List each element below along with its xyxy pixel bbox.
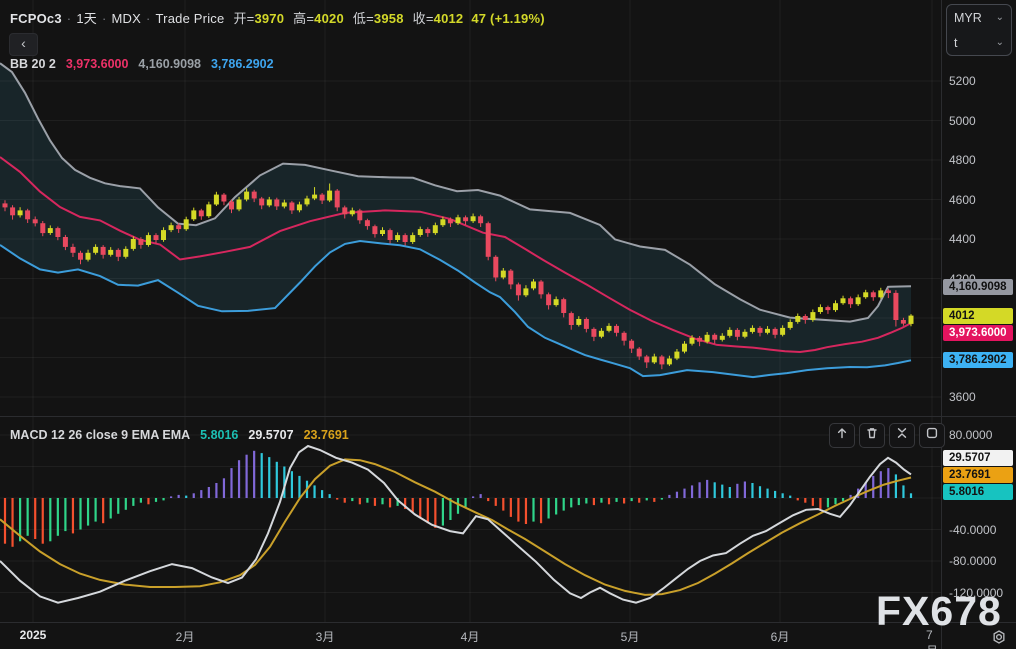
axis-settings-gear-icon[interactable]	[990, 628, 1008, 646]
pane-divider[interactable]	[0, 416, 1016, 417]
ohlc-label: 开=	[233, 11, 255, 26]
series-type-label: Trade Price	[155, 11, 225, 26]
price-tag: 3,973.6000	[943, 325, 1013, 341]
collapse-pane-icon	[895, 426, 909, 445]
bb-indicator-header[interactable]: BB 20 2 3,973.6000 4,160.9098 3,786.2902	[10, 57, 274, 71]
move-pane-up-icon	[835, 426, 849, 445]
time-tick: 2025	[19, 628, 47, 642]
macd-indicator-values: 5.8016 29.5707 23.7691	[190, 428, 349, 442]
currency-option-label: MYR	[954, 10, 982, 25]
collapse-pane-button[interactable]	[889, 423, 915, 448]
price-tick: 4800	[949, 153, 976, 167]
price-tick: 5000	[949, 113, 976, 128]
bb-indicator-values: 3,973.6000 4,160.9098 3,786.2902	[56, 57, 274, 71]
price-tick: 5200	[949, 74, 976, 88]
ohlc-value: 3970	[254, 11, 285, 26]
indicator-value: 3,786.2902	[210, 57, 274, 71]
separator-dot: ·	[66, 11, 72, 26]
time-tick: 2月	[175, 630, 195, 644]
macd-line	[0, 444, 912, 604]
indicator-value: 29.5707	[248, 428, 294, 442]
price-tag: 4,160.9098	[943, 279, 1013, 295]
ohlc-label: 收=	[412, 11, 434, 26]
ohlc-value: 3958	[373, 11, 404, 26]
ohlc-label: 低=	[352, 11, 374, 26]
price-tick: 4400	[949, 232, 976, 246]
price-tag: 4012	[943, 308, 1013, 324]
maximize-pane-icon	[925, 426, 939, 445]
currency-selector: MYR ⌄ t ⌄	[946, 4, 1012, 56]
macd-indicator-label[interactable]: MACD 12 26 close 9 EMA EMA	[10, 428, 190, 442]
ohlc-value: 4020	[314, 11, 344, 26]
ohlc-label: 高=	[293, 11, 315, 26]
ohlc-value: 4012	[433, 11, 464, 26]
price-tick: 3600	[949, 390, 976, 404]
macd-pane-toolbar	[829, 423, 945, 448]
move-pane-up-button[interactable]	[829, 423, 855, 448]
time-tick: 6月	[770, 630, 790, 644]
chevron-left-icon: ‹	[21, 35, 26, 51]
bb-indicator-label[interactable]: BB 20 2	[10, 57, 56, 71]
change-value: 47 (+1.19%)	[471, 11, 545, 26]
back-button[interactable]: ‹	[9, 33, 38, 56]
indicator-value: 3,973.6000	[65, 57, 129, 71]
maximize-pane-button[interactable]	[919, 423, 945, 448]
symbol-header: FCPOc3 · 1天 · MDX · Trade Price 开=3970 高=4020 低=3…	[10, 8, 545, 27]
time-tick: 7月	[926, 628, 938, 649]
chevron-down-icon: ⌄	[995, 37, 1004, 48]
price-tag: 29.5707	[943, 450, 1013, 466]
separator-dot: ·	[145, 11, 151, 26]
currency-option-label: t	[954, 35, 958, 50]
indicator-value: 4,160.9098	[138, 57, 201, 71]
time-tick: 4月	[460, 630, 480, 644]
exchange-label: MDX	[111, 11, 141, 26]
symbol-name[interactable]: FCPOc3	[10, 11, 62, 26]
macd-tick: -40.0000	[949, 522, 997, 537]
price-tag: 23.7691	[943, 467, 1013, 483]
currency-option-MYR[interactable]: MYR ⌄	[947, 5, 1011, 30]
macd-tick: -80.0000	[949, 554, 997, 568]
time-tick: 3月	[315, 630, 335, 644]
separator-dot: ·	[101, 11, 107, 26]
trading-chart-app: FX678 FCPOc3 · 1天 · MDX · Trade Price 开=3970 高=4…	[0, 0, 1016, 649]
indicator-value: 23.7691	[303, 428, 349, 442]
price-tag: 5.8016	[943, 484, 1013, 500]
delete-indicator-button[interactable]	[859, 423, 885, 448]
delete-indicator-icon	[865, 426, 879, 445]
macd-indicator-header[interactable]: MACD 12 26 close 9 EMA EMA 5.8016 29.5707 2…	[10, 428, 349, 442]
indicator-value: 5.8016	[200, 428, 239, 442]
price-macd-chart-canvas[interactable]	[0, 0, 941, 622]
chevron-down-icon: ⌄	[995, 12, 1004, 23]
price-axis[interactable]: 520050004800460044004200360080.0000-40.0…	[941, 0, 1016, 622]
price-tick: 4600	[949, 192, 976, 207]
time-axis[interactable]: 2025 2月 3月 4月 5月 6月 7月	[0, 622, 941, 649]
macd-tick: 80.0000	[949, 428, 993, 442]
price-tag: 3,786.2902	[943, 352, 1013, 368]
currency-option-t[interactable]: t ⌄	[947, 30, 1011, 55]
interval-label[interactable]: 1天	[76, 11, 97, 26]
time-tick: 5月	[620, 630, 640, 644]
macd-tick: -120.0000	[949, 585, 1004, 600]
ohlc-values: 开=3970 高=4020 低=3958 收=4012	[224, 11, 463, 26]
